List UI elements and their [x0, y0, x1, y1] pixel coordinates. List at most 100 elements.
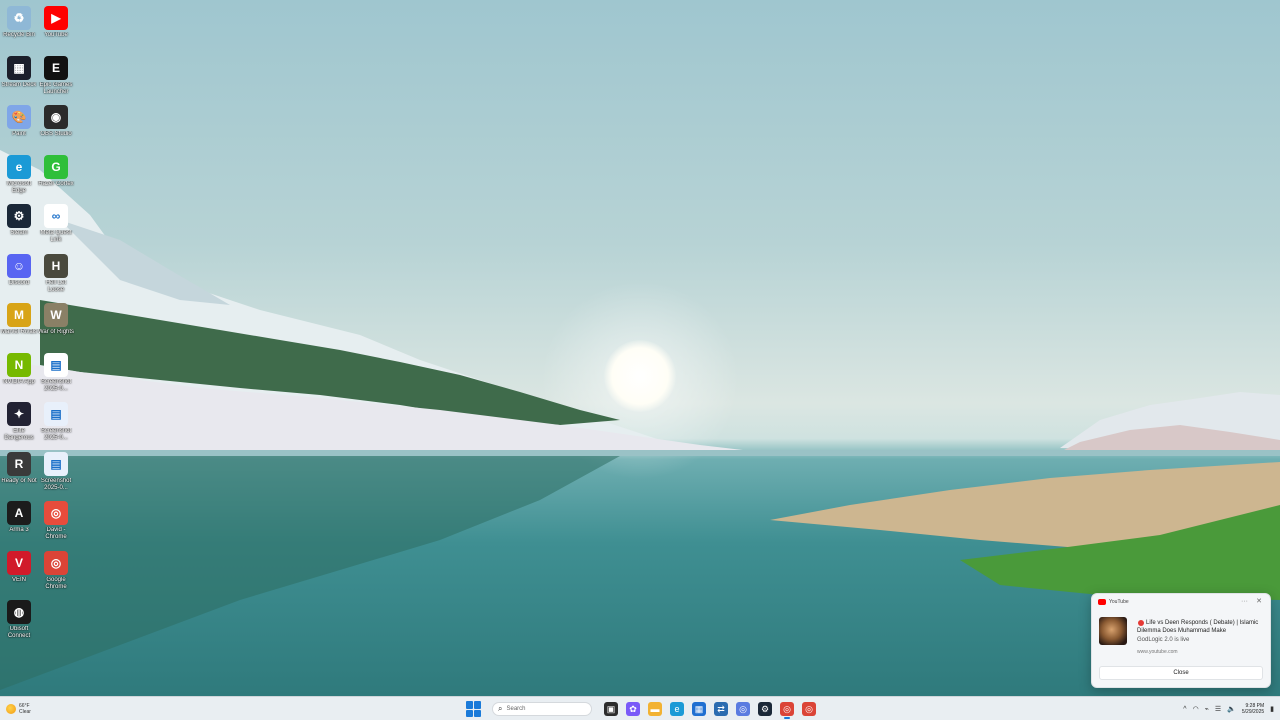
weather-widget[interactable]: 66°F Clear: [6, 700, 31, 718]
taskbar-chrome-profile[interactable]: ◎: [734, 700, 752, 718]
recycle-bin-icon: ♻: [7, 6, 31, 30]
youtube-notification[interactable]: YouTube ··· ✕ Life vs Deen Responds ( De…: [1091, 593, 1271, 688]
desktop-shortcut[interactable]: ◍ Ubisoft Connect: [0, 597, 38, 645]
desktop-shortcut[interactable]: ◎ David - Chrome: [37, 498, 75, 546]
desktop-shortcut-label: YouTube: [44, 32, 68, 38]
screenshot-file-icon: ▤: [44, 451, 68, 476]
reflection: [0, 456, 620, 690]
search-placeholder: Search: [506, 706, 526, 712]
usb-icon[interactable]: ⌁: [1205, 705, 1209, 713]
close-icon[interactable]: ✕: [1256, 597, 1262, 605]
screenshot-file-icon: ▤: [44, 352, 68, 377]
screenshot-file-icon: ▤: [44, 402, 68, 426]
desktop-shortcut[interactable]: ☺ Discord: [0, 251, 38, 299]
desktop-shortcut-label: Screenshot 2025-0...: [40, 378, 72, 392]
clock[interactable]: 9:28 PM 5/29/2025: [1242, 703, 1264, 715]
more-options-icon[interactable]: ···: [1241, 598, 1248, 605]
desktop-shortcut-label: Screenshot 2025-0...: [40, 477, 72, 491]
taskbar-steam[interactable]: ⚙: [756, 700, 774, 718]
notification-bell-icon[interactable]: ▮: [1270, 705, 1274, 713]
notification-app-name: YouTube: [1109, 599, 1129, 605]
desktop-shortcut[interactable]: W War of Rights: [37, 300, 75, 348]
desktop-shortcut-label: Paint: [12, 131, 26, 137]
discord-icon: ☺: [7, 253, 31, 278]
desktop-shortcut-label: Razer Cortex: [38, 180, 74, 187]
desktop-shortcut[interactable]: E Epic Games Launcher: [37, 53, 75, 101]
taskbar-remote[interactable]: ⇄: [712, 700, 730, 718]
network-icon[interactable]: ◠: [1193, 705, 1199, 713]
desktop-shortcut[interactable]: ♻ Recycle Bin: [0, 3, 38, 51]
desktop-shortcut[interactable]: A Arma 3: [0, 498, 38, 546]
desktop-shortcut[interactable]: 🎨 Paint: [0, 102, 38, 150]
desktop-shortcut[interactable]: ▦ Stream Deck: [0, 53, 38, 101]
desktop-shortcut[interactable]: ▶ YouTube: [37, 3, 75, 51]
chrome-icon: ◎: [802, 702, 816, 716]
horizon: [0, 450, 1280, 456]
meta-icon: ∞: [44, 204, 68, 228]
desktop-shortcut[interactable]: ▤ Screenshot 2025-0...: [37, 399, 75, 447]
desktop-shortcut-label: OBS Studio: [40, 131, 72, 137]
desktop-shortcut[interactable]: N NVIDIA App: [0, 350, 38, 398]
obs-icon: ◉: [44, 105, 68, 129]
desktop-shortcut[interactable]: M Marvel Rivals: [0, 300, 38, 348]
sun-weather-icon: [6, 704, 16, 714]
tray-chevron-icon[interactable]: ^: [1183, 706, 1186, 713]
desktop-shortcut[interactable]: ▤ Screenshot 2025-0...: [37, 449, 75, 497]
desktop-shortcut[interactable]: G Razer Cortex: [37, 152, 75, 200]
taskbar-store[interactable]: ▦: [690, 700, 708, 718]
epic-games-icon: E: [44, 55, 68, 80]
chrome-icon: ◎: [44, 550, 68, 575]
chrome-profile-icon: ◎: [736, 702, 750, 716]
desktop-shortcut-label: Microsoft Edge: [6, 180, 32, 194]
wifi-icon[interactable]: ☰: [1215, 705, 1221, 713]
arma-icon: A: [7, 501, 31, 525]
folder-icon: ▬: [648, 702, 662, 716]
taskbar-edge[interactable]: e: [668, 700, 686, 718]
desktop: ♻ Recycle Bin ▶ YouTube ▦ Stream Deck E Epic Ga…: [0, 0, 1280, 696]
desktop-shortcut[interactable]: ▤ Screenshot 2025-0...: [37, 350, 75, 398]
desktop-shortcut-label: David - Chrome: [45, 527, 67, 540]
sun: [604, 340, 676, 412]
desktop-shortcut-label: Stream Deck: [1, 81, 37, 88]
razer-cortex-icon: G: [44, 154, 68, 179]
desktop-shortcut[interactable]: ✦ Elite Dangerous: [0, 399, 38, 447]
edge-icon: e: [670, 702, 684, 716]
notification-header: YouTube: [1098, 599, 1129, 605]
desktop-shortcut[interactable]: ∞ Meta Quest Link: [37, 201, 75, 249]
ubisoft-icon: ◍: [7, 600, 31, 624]
chrome-profile-icon: ◎: [44, 501, 68, 525]
remote-desktop-icon: ⇄: [714, 702, 728, 716]
desktop-shortcut-label: Discord: [8, 279, 30, 286]
desktop-shortcut-label: Marvel Rivals: [0, 329, 37, 335]
desktop-shortcut-label: NVIDIA App: [3, 378, 35, 385]
notification-close-button[interactable]: Close: [1099, 666, 1263, 680]
clock-date: 5/29/2025: [1241, 709, 1265, 715]
youtube-icon: ▶: [44, 6, 68, 30]
desktop-shortcut-label: Meta Quest Link: [40, 230, 72, 243]
paint-icon: 🎨: [7, 105, 31, 129]
stream-deck-icon: ▦: [7, 55, 31, 80]
taskbar-search[interactable]: ⌕ Search: [492, 702, 592, 716]
desktop-shortcut-label: Ubisoft Connect: [7, 626, 31, 639]
desktop-shortcut-label: Hell Let Loose: [45, 279, 67, 293]
desktop-shortcut-label: Steam: [10, 230, 28, 236]
edge-icon: e: [7, 154, 31, 179]
desktop-shortcut-label: Ready or Not: [1, 477, 37, 484]
desktop-shortcut[interactable]: ◎ Google Chrome: [37, 548, 75, 596]
task-view-icon: ▣: [604, 702, 618, 716]
desktop-shortcut[interactable]: ◉ OBS Studio: [37, 102, 75, 150]
taskbar-file-explorer[interactable]: ▬: [646, 700, 664, 718]
desktop-shortcut[interactable]: V VEIN: [0, 548, 38, 596]
taskbar-copilot[interactable]: ✿: [624, 700, 642, 718]
taskbar-chrome-2[interactable]: ◎: [800, 700, 818, 718]
taskbar-task-view[interactable]: ▣: [602, 700, 620, 718]
desktop-shortcut-label: Google Chrome: [45, 576, 67, 590]
desktop-shortcut[interactable]: R Ready or Not: [0, 449, 38, 497]
desktop-shortcut[interactable]: ⚙ Steam: [0, 201, 38, 249]
desktop-shortcut[interactable]: H Hell Let Loose: [37, 251, 75, 299]
desktop-shortcut[interactable]: e Microsoft Edge: [0, 152, 38, 200]
taskbar-chrome[interactable]: ◎: [778, 700, 796, 719]
taskbar: 66°F Clear ⌕ Search ▣ ✿ ▬ e ▦ ⇄ ◎ ⚙ ◎ ◎ ^ ◠ ⌁ ☰ 🔈…: [0, 696, 1280, 720]
volume-icon[interactable]: 🔈: [1227, 705, 1236, 713]
start-button[interactable]: [466, 701, 482, 717]
